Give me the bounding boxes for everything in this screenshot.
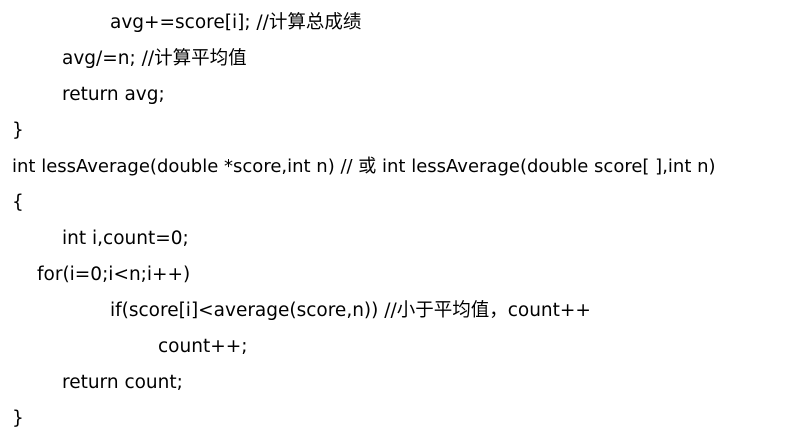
code-line: }: [12, 408, 24, 429]
code-line: {: [12, 192, 24, 213]
code-document: avg+=score[i]; //计算总成绩 avg/=n; //计算平均值 r…: [0, 0, 809, 437]
code-line: for(i=0;i<n;i++): [37, 264, 191, 285]
code-line: if(score[i]<average(score,n)) //小于平均值，co…: [110, 300, 591, 321]
code-line: return count;: [62, 372, 183, 393]
code-line: }: [12, 120, 24, 141]
code-line: int lessAverage(double *score,int n) // …: [12, 156, 716, 177]
code-line: return avg;: [62, 84, 165, 105]
code-line: int i,count=0;: [62, 228, 189, 249]
code-line: avg+=score[i]; //计算总成绩: [110, 12, 362, 33]
code-line: count++;: [158, 336, 248, 357]
code-line: avg/=n; //计算平均值: [62, 48, 247, 69]
